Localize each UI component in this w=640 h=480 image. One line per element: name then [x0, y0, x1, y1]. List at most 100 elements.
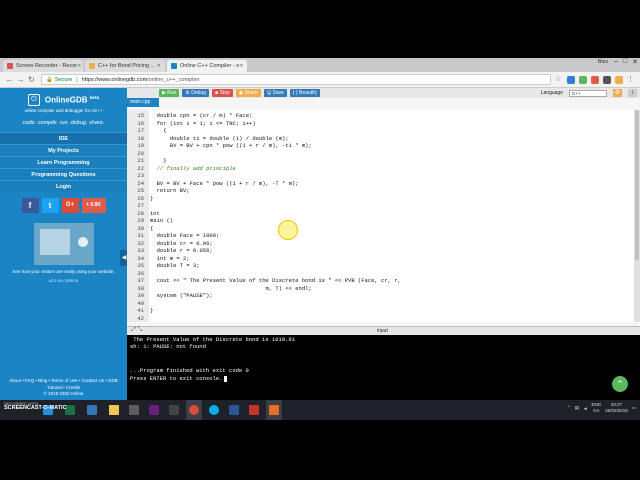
code-line: 38 m, T) << endl;	[127, 285, 634, 293]
taskbar-app-edge[interactable]	[84, 400, 100, 420]
taskbar-app-acrobat[interactable]	[246, 400, 262, 420]
code-line: 28 int	[127, 210, 634, 218]
url-field[interactable]: 🔒 Secure | https://www.onlinegdb.com/onl…	[41, 74, 551, 85]
code-text: }	[150, 157, 167, 164]
sidebar-item-learn-programming[interactable]: Learn Programming	[0, 156, 127, 168]
taskbar-app-media[interactable]	[166, 400, 182, 420]
extension-icon[interactable]	[615, 75, 623, 84]
taskbar-app-word[interactable]	[226, 400, 242, 420]
notifications-icon[interactable]: ▭	[632, 405, 636, 411]
line-number: 29	[137, 217, 144, 224]
ad-text[interactable]: See how your visitors are really using y…	[0, 269, 127, 275]
close-tab-icon[interactable]: ✕	[77, 63, 81, 69]
close-window-icon[interactable]: ✕	[632, 58, 638, 66]
code-text: double Face = 1000;	[150, 232, 220, 239]
copyright: © 2018 GDB Online	[43, 391, 84, 396]
browser-tab-bond-pricing[interactable]: C++ for Bond Pricing ... ✕	[85, 60, 165, 72]
lang-code: ENG	[591, 402, 602, 407]
sidebar-item-programming-questions[interactable]: Programming Questions	[0, 168, 127, 180]
code-text: {	[150, 127, 167, 134]
taskbar-app-store[interactable]	[126, 400, 142, 420]
ad-image[interactable]	[33, 223, 94, 265]
sidebar-item-ide[interactable]: IDE	[0, 132, 127, 144]
google-plus-icon[interactable]: G+	[61, 198, 79, 213]
browser-tab-strip: Screen Recorder - Recor ✕ C++ for Bond Pr…	[0, 58, 640, 72]
console-line: ...Program finished with exit code 0	[130, 367, 249, 374]
expand-icon[interactable]: ⤢	[131, 327, 136, 333]
folder-icon	[109, 405, 119, 415]
menu-icon[interactable]: ⋮	[627, 76, 635, 84]
back-icon[interactable]: ←	[4, 75, 15, 84]
facebook-icon[interactable]: f	[21, 198, 39, 213]
volume-icon[interactable]: ◄	[583, 406, 587, 411]
url-separator: |	[76, 76, 78, 83]
code-text: {	[150, 224, 154, 232]
extension-icon[interactable]	[591, 75, 599, 84]
taskbar-app-vs[interactable]	[146, 400, 162, 420]
share-button[interactable]: ◉ Share	[235, 89, 261, 97]
maximize-icon[interactable]: □	[623, 58, 627, 66]
info-icon[interactable]: i	[628, 89, 637, 97]
output-console[interactable]: The Present Value of the Discrete bond i…	[127, 335, 640, 400]
browser-tab-onlinegdb[interactable]: Online C++ Compiler - o ✕	[167, 60, 247, 72]
debug-button[interactable]: ⚙ Debug	[182, 89, 210, 97]
tray-arrow-icon[interactable]: ⌃	[567, 405, 571, 411]
reload-icon[interactable]: ↻	[26, 75, 37, 84]
motto: code. compile. run. debug. share.	[22, 120, 105, 126]
toolbar: ▶ Run ⚙ Debug ■ Stop ◉ Share 🖫 Save { } …	[127, 88, 640, 98]
twitter-icon[interactable]: t	[41, 198, 59, 213]
sidebar-item-my-projects[interactable]: My Projects	[0, 144, 127, 156]
taskbar-app-skype[interactable]	[206, 400, 222, 420]
extension-icon[interactable]	[567, 75, 575, 84]
logo[interactable]: ⏻ OnlineGDB beta	[0, 94, 127, 106]
save-button[interactable]: 🖫 Save	[263, 89, 287, 97]
forward-icon[interactable]: →	[15, 75, 26, 84]
minimize-icon[interactable]: –	[614, 58, 618, 66]
word-icon	[229, 405, 239, 415]
editor-scrollbar[interactable]	[634, 110, 640, 322]
file-tab-main-cpp[interactable]: main.cpp	[127, 98, 159, 107]
resize-icon[interactable]: ⤡	[137, 327, 142, 333]
clock[interactable]: 20:27 25/02/2018	[605, 402, 628, 414]
extension-icon[interactable]	[579, 75, 587, 84]
logo-text: OnlineGDB	[44, 95, 88, 105]
footer-link-row[interactable]: About • FAQ • Blog • Terms of Use • Cont…	[0, 378, 127, 385]
code-line: 29 main ()	[127, 217, 634, 225]
region-code: GA	[593, 408, 600, 413]
run-button[interactable]: ▶ Run	[159, 89, 180, 97]
stop-button[interactable]: ■ Stop	[212, 89, 233, 97]
keyboard-language[interactable]: ENG GA	[591, 402, 601, 414]
code-line: 35 double T = 3;	[127, 262, 634, 270]
extension-icon[interactable]	[603, 75, 611, 84]
network-icon[interactable]: ▤	[575, 405, 579, 411]
language-select[interactable]: C++	[569, 89, 607, 97]
media-icon	[169, 405, 179, 415]
line-number: 36	[137, 269, 144, 277]
star-icon[interactable]: ☆	[555, 76, 563, 84]
code-text: system ("PAUSE");	[150, 292, 213, 299]
code-line: 21 }	[127, 157, 634, 165]
line-number: 34	[137, 254, 144, 262]
tab-favicon	[7, 63, 13, 69]
beautify-button[interactable]: { } Beautify	[289, 89, 321, 97]
gear-icon[interactable]: ⚙	[613, 89, 622, 97]
code-editor[interactable]: 15 double cpn = (cr / m) * Face; 16 for (…	[127, 110, 634, 322]
scroll-top-button[interactable]: ⌃	[612, 376, 628, 392]
line-number: 33	[137, 247, 144, 254]
share-count-button[interactable]: + 9.8K	[81, 198, 106, 213]
close-tab-icon[interactable]: ✕	[239, 63, 243, 69]
sidebar-item-login[interactable]: Login	[0, 180, 127, 192]
store-icon	[129, 405, 139, 415]
taskbar-app-chrome[interactable]	[186, 400, 202, 420]
ad-via[interactable]: ADS VIA CARBON	[0, 279, 127, 283]
taskbar-app-explorer[interactable]	[106, 400, 122, 420]
profile-name[interactable]: Btex	[598, 59, 608, 65]
input-label[interactable]: input	[377, 328, 388, 334]
recorder-watermark: RECORDED WITH SCREENCAST-O-MATIC	[4, 401, 67, 411]
browser-tab-screen-recorder[interactable]: Screen Recorder - Recor ✕	[3, 60, 83, 72]
taskbar-app-recorder[interactable]	[266, 400, 282, 420]
code-line: 20	[127, 150, 634, 158]
scrollbar-thumb[interactable]	[635, 110, 639, 260]
url-host: https://www.onlinegdb.com	[81, 76, 148, 83]
close-tab-icon[interactable]: ✕	[157, 63, 161, 69]
